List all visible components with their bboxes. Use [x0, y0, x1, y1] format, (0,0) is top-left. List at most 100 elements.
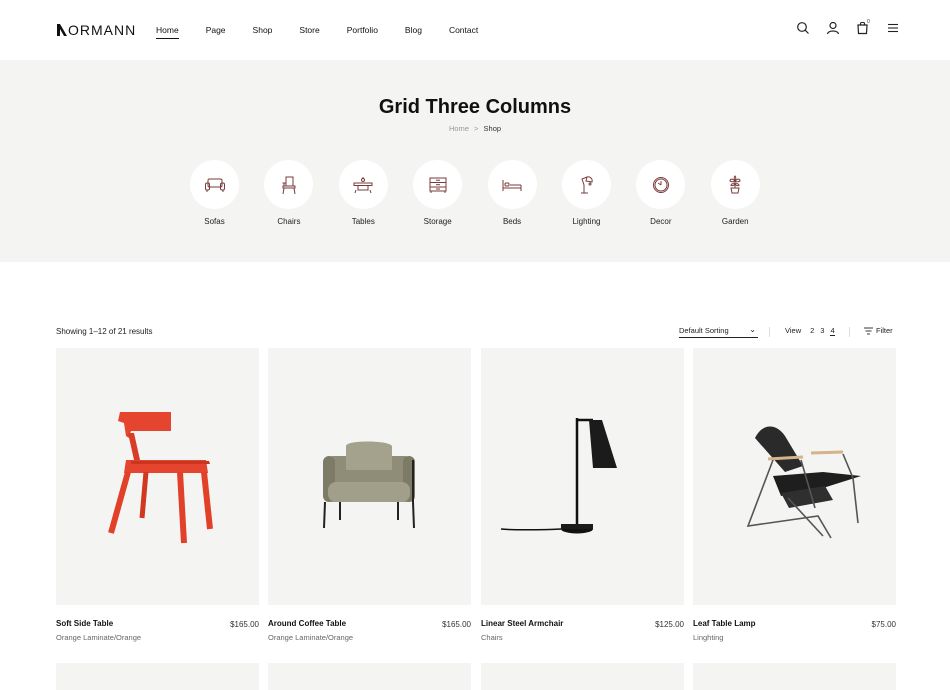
product-image-partial[interactable]	[268, 663, 471, 690]
product-image[interactable]	[481, 348, 684, 605]
logo[interactable]: ORMANN	[57, 22, 136, 38]
filter-button[interactable]: Filter	[864, 326, 893, 335]
plant-icon	[729, 174, 741, 193]
category-label: Storage	[423, 217, 452, 226]
menu-icon[interactable]	[886, 21, 900, 35]
view-option-3[interactable]: 3	[820, 326, 824, 336]
lamp-icon	[581, 175, 594, 193]
product-name[interactable]: Soft Side Table	[56, 619, 113, 628]
site-header: ORMANN Home Page Shop Store Portfolio Bl…	[0, 0, 950, 60]
product-category: Linghting	[693, 633, 724, 642]
page-title: Grid Three Columns	[378, 96, 572, 118]
category-beds[interactable]: Beds	[487, 160, 537, 226]
product-price: $125.00	[655, 620, 684, 629]
storage-icon	[429, 177, 447, 193]
search-icon[interactable]	[796, 21, 810, 35]
category-label: Garden	[721, 217, 749, 226]
nav-blog[interactable]: Blog	[405, 25, 422, 39]
nav-home[interactable]: Home	[156, 25, 179, 39]
nav-store[interactable]: Store	[299, 25, 319, 39]
product-image-partial[interactable]	[693, 663, 896, 690]
product-name[interactable]: Around Coffee Table	[268, 619, 346, 628]
chair-icon	[282, 176, 296, 194]
view-switcher: View 2 3 4	[785, 326, 841, 336]
toolbar-divider	[849, 327, 850, 337]
clock-icon	[652, 176, 669, 193]
nav-page[interactable]: Page	[206, 25, 226, 39]
cart-button[interactable]: 0	[856, 19, 870, 35]
nav-portfolio[interactable]: Portfolio	[347, 25, 378, 39]
category-list: Sofas Chairs Tables Storage Beds Lightin…	[190, 160, 785, 226]
product-card[interactable]: Around Coffee Table $165.00 Orange Lamin…	[268, 348, 471, 642]
product-image[interactable]	[268, 348, 471, 605]
breadcrumb: Home > Shop	[0, 124, 950, 133]
category-circle	[487, 160, 537, 209]
category-label: Sofas	[204, 217, 225, 226]
category-sofas[interactable]: Sofas	[190, 160, 239, 226]
logo-mark-icon	[57, 24, 67, 36]
desk-lamp-image	[500, 418, 617, 534]
breadcrumb-separator: >	[474, 124, 479, 133]
category-label: Chairs	[277, 217, 301, 226]
product-price: $165.00	[230, 620, 259, 629]
category-label: Decor	[650, 217, 672, 226]
product-card[interactable]: Leaf Table Lamp $75.00 Linghting	[693, 348, 896, 642]
filter-label: Filter	[876, 326, 893, 335]
cart-count-badge: 0	[867, 19, 870, 25]
category-label: Lighting	[572, 217, 601, 226]
category-label: Beds	[502, 217, 522, 226]
view-label: View	[785, 326, 802, 335]
product-image[interactable]	[56, 348, 259, 605]
view-option-4[interactable]: 4	[830, 326, 835, 336]
product-image[interactable]	[693, 348, 896, 605]
logo-text: ORMANN	[68, 22, 137, 38]
header-actions: 0	[780, 19, 900, 35]
category-circle	[636, 160, 686, 209]
category-storage[interactable]: Storage	[413, 160, 463, 226]
category-circle	[413, 160, 463, 209]
category-circle	[561, 160, 611, 209]
category-lighting[interactable]: Lighting	[561, 160, 611, 226]
red-chair-image	[108, 412, 213, 544]
product-image-partial[interactable]	[56, 663, 259, 690]
product-category: Chairs	[481, 633, 503, 642]
toolbar-divider	[769, 327, 770, 337]
nav-shop[interactable]: Shop	[253, 25, 273, 39]
table-icon	[353, 176, 373, 193]
results-count: Showing 1–12 of 21 results	[56, 327, 153, 336]
category-tables[interactable]: Tables	[338, 160, 388, 226]
bed-icon	[502, 179, 522, 191]
sorting-select[interactable]: Default Sorting ⌄	[679, 325, 758, 338]
lounge-chair-image	[746, 426, 861, 539]
product-price: $165.00	[442, 620, 471, 629]
product-name[interactable]: Leaf Table Lamp	[693, 619, 756, 628]
category-circle	[190, 160, 239, 209]
chevron-down-icon: ⌄	[749, 325, 756, 334]
category-chairs[interactable]: Chairs	[264, 160, 314, 226]
category-circle	[710, 160, 760, 209]
nav-contact[interactable]: Contact	[449, 25, 478, 39]
product-price: $75.00	[871, 620, 896, 629]
filter-icon	[864, 327, 873, 334]
product-card[interactable]: Soft Side Table $165.00 Orange Laminate/…	[56, 348, 259, 642]
product-name[interactable]: Linear Steel Armchair	[481, 619, 563, 628]
product-image-partial[interactable]	[481, 663, 684, 690]
sofa-icon	[204, 178, 225, 192]
main-nav: Home Page Shop Store Portfolio Blog Cont…	[156, 25, 505, 39]
category-decor[interactable]: Decor	[636, 160, 686, 226]
category-label: Tables	[351, 217, 375, 226]
user-icon[interactable]	[826, 21, 840, 35]
breadcrumb-current: Shop	[483, 124, 502, 133]
shop-toolbar: Showing 1–12 of 21 results Default Sorti…	[56, 325, 896, 342]
armchair-image	[323, 441, 415, 529]
page-hero: Grid Three Columns Home > Shop Sofas Cha…	[0, 60, 950, 262]
sorting-value: Default Sorting	[679, 326, 729, 335]
product-category: Orange Laminate/Orange	[56, 633, 142, 642]
category-garden[interactable]: Garden	[710, 160, 760, 226]
category-circle	[338, 160, 388, 209]
category-circle	[264, 160, 314, 209]
view-option-2[interactable]: 2	[810, 326, 814, 336]
product-category: Orange Laminate/Orange	[268, 633, 354, 642]
breadcrumb-home[interactable]: Home	[449, 124, 469, 133]
product-card[interactable]: Linear Steel Armchair $125.00 Chairs	[481, 348, 684, 642]
